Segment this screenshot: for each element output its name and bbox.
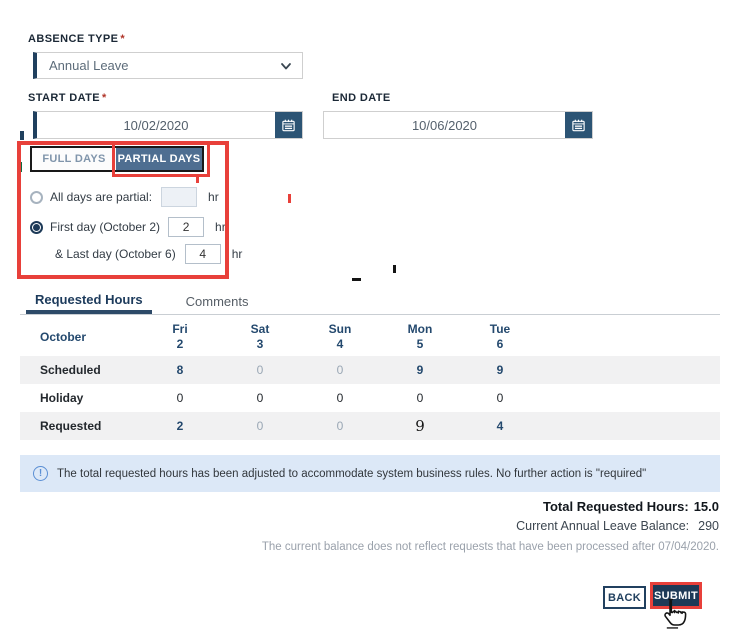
table-row-requested: Requested 2 0 0 9 4	[20, 412, 720, 440]
column-header: Fri 2	[172, 322, 188, 351]
first-day-unit-label: hr	[215, 220, 226, 234]
last-day-hours-input[interactable]	[184, 244, 221, 264]
all-days-unit-label: hr	[208, 190, 219, 204]
first-day-label: First day (October 2)	[50, 220, 161, 234]
tab-full-days[interactable]: FULL DAYS	[32, 148, 116, 170]
end-date-calendar-icon[interactable]	[565, 112, 592, 138]
first-day-hours-input[interactable]	[168, 217, 205, 237]
table-header-row: October Fri 2 Sat 3 Sun 4 Mon 5 Tue 6	[20, 318, 720, 356]
tab-requested-hours[interactable]: Requested Hours	[26, 289, 152, 314]
total-requested-hours-value: 15.0	[693, 499, 719, 514]
start-date-label: START DATE *	[28, 92, 107, 104]
table-row-scheduled: Scheduled 8 0 0 9 9	[20, 356, 720, 384]
cell-value: 0	[256, 419, 264, 433]
cell-value: 0	[256, 363, 264, 377]
requested-hours-table: October Fri 2 Sat 3 Sun 4 Mon 5 Tue 6 Schedul…	[20, 318, 720, 440]
annotation-dark-tick	[393, 265, 396, 273]
required-asterisk: *	[120, 33, 126, 45]
month-label: October	[40, 330, 87, 344]
all-days-hours-input[interactable]	[161, 187, 198, 207]
annotation-green-tick	[19, 162, 22, 172]
cell-value: 0	[496, 391, 504, 405]
last-day-unit-label: hr	[231, 247, 243, 261]
first-last-day-radio[interactable]	[30, 220, 43, 234]
required-asterisk: *	[102, 92, 107, 104]
cell-value: 2	[176, 419, 184, 433]
cell-value: 8	[176, 363, 184, 377]
info-circle-icon: !	[33, 466, 48, 481]
cell-value: 0	[256, 391, 264, 405]
start-date-input[interactable]: 10/02/2020	[37, 112, 275, 138]
end-date-input[interactable]: 10/06/2020	[324, 112, 565, 138]
table-row-holiday: Holiday 0 0 0 0 0	[20, 384, 720, 412]
all-days-partial-radio[interactable]	[30, 190, 43, 204]
cell-value: 9	[496, 363, 504, 377]
info-banner: ! The total requested hours has been adj…	[20, 455, 720, 492]
first-day-row: First day (October 2) hr	[30, 217, 226, 237]
absence-type-label: ABSENCE TYPE *	[28, 33, 126, 45]
cell-value: 9	[416, 363, 424, 377]
cell-value: 4	[496, 419, 504, 433]
total-requested-hours: Total Requested Hours: 15.0	[543, 499, 719, 514]
tab-comments[interactable]: Comments	[177, 289, 258, 314]
annotation-navy-tick	[20, 131, 24, 140]
back-button[interactable]: BACK	[603, 586, 646, 609]
start-date-calendar-icon[interactable]	[275, 112, 302, 138]
annotation-red-tick-tab	[196, 177, 199, 183]
cell-value-edited: 9	[415, 417, 425, 435]
end-date-label: END DATE	[332, 92, 391, 104]
cell-value: 0	[336, 419, 344, 433]
column-header: Sun 4	[328, 322, 352, 351]
last-day-label: & Last day (October 6)	[55, 247, 176, 261]
column-header: Sat 3	[250, 322, 270, 351]
day-type-tab-group: FULL DAYS PARTIAL DAYS	[30, 146, 204, 172]
leave-request-form: ABSENCE TYPE * Annual Leave START DATE * E…	[0, 0, 739, 640]
absence-type-value: Annual Leave	[49, 58, 129, 73]
balance-disclaimer: The current balance does not reflect req…	[261, 541, 719, 553]
annotation-box-submit: SUBMIT	[650, 582, 702, 609]
leave-balance: Current Annual Leave Balance: 290	[516, 519, 719, 533]
section-tab-bar: Requested Hours Comments	[20, 289, 720, 315]
chevron-down-icon	[279, 59, 293, 73]
start-date-field: 10/02/2020	[33, 111, 303, 139]
cell-value: 0	[176, 391, 184, 405]
tab-partial-days[interactable]: PARTIAL DAYS	[116, 148, 202, 170]
cell-value: 0	[336, 391, 344, 405]
annotation-dark-dash	[352, 278, 361, 281]
absence-type-select[interactable]: Annual Leave	[33, 52, 303, 79]
leave-balance-value: 290	[698, 519, 719, 533]
end-date-field: 10/06/2020	[323, 111, 593, 139]
last-day-row: & Last day (October 6) hr	[55, 244, 242, 264]
column-header: Tue 6	[489, 322, 511, 351]
all-days-partial-row: All days are partial: hr	[30, 187, 219, 207]
cell-value: 0	[416, 391, 424, 405]
submit-button[interactable]: SUBMIT	[653, 585, 699, 606]
column-header: Mon 5	[407, 322, 433, 351]
all-days-partial-label: All days are partial:	[50, 190, 153, 204]
cell-value: 0	[336, 363, 344, 377]
info-banner-text: The total requested hours has been adjus…	[57, 467, 647, 480]
annotation-red-tick-right	[288, 194, 291, 203]
